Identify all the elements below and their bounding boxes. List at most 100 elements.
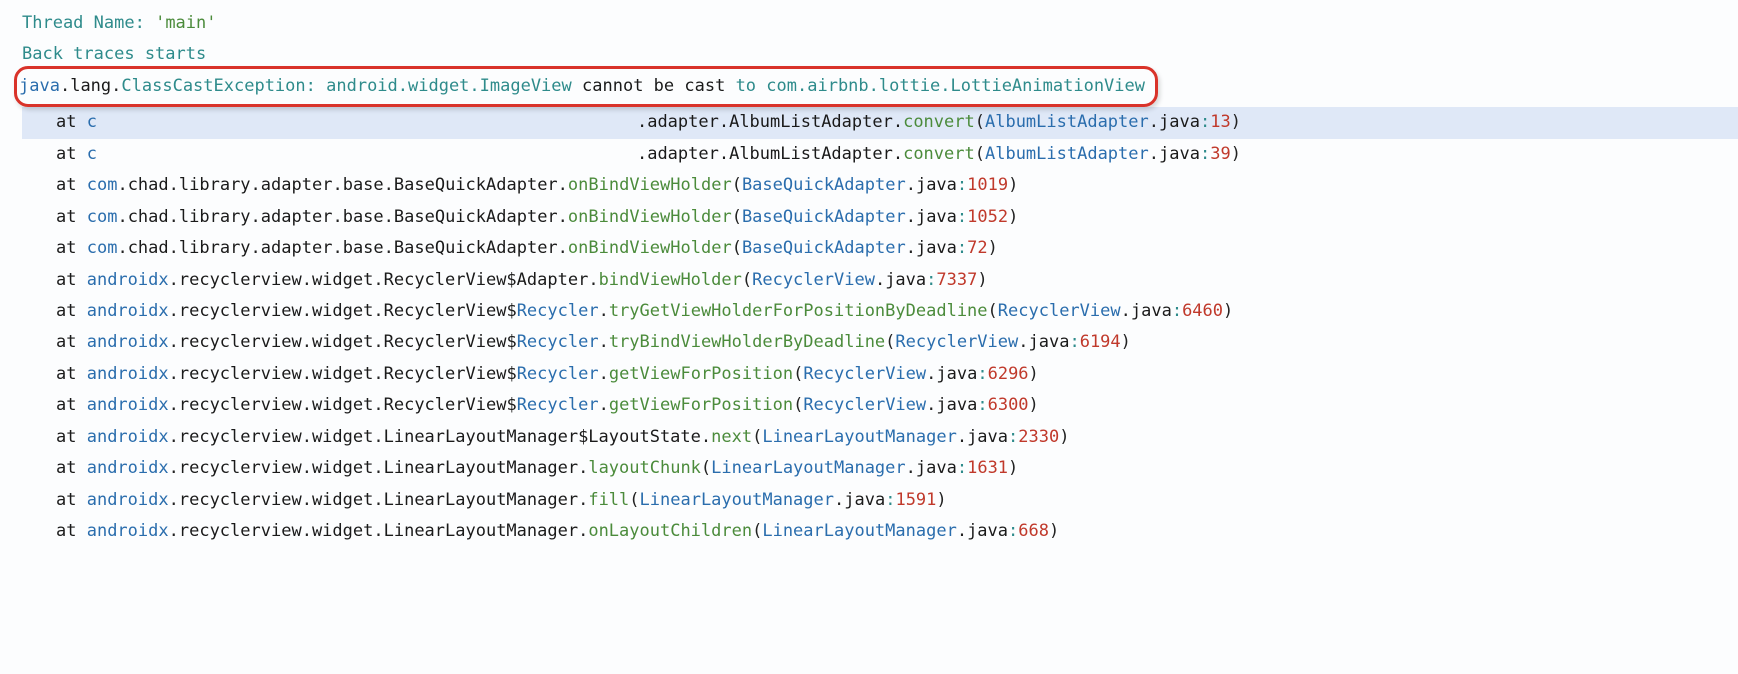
frame-file[interactable]: LinearLayoutManager (762, 521, 956, 541)
frame-token: RecyclerView (384, 332, 507, 352)
frame-token: Recycler (517, 364, 599, 384)
dot: . (906, 207, 916, 227)
frame-token: . (169, 301, 179, 321)
frame-token: . (302, 301, 312, 321)
frame-token: . (169, 238, 179, 258)
frame-token: . (169, 364, 179, 384)
frame-line-number[interactable]: 7337 (936, 270, 977, 290)
frame-file[interactable]: AlbumListAdapter (985, 112, 1149, 132)
frame-file[interactable]: LinearLayoutManager (711, 458, 905, 478)
frame-token: . (373, 364, 383, 384)
frame-token: onBindViewHolder (568, 175, 732, 195)
frame-line-number[interactable]: 6460 (1182, 301, 1223, 321)
dot: . (1121, 301, 1131, 321)
paren-close: ) (1008, 458, 1018, 478)
dot: . (926, 364, 936, 384)
frame-line-number[interactable]: 13 (1210, 112, 1230, 132)
colon: : (926, 270, 936, 290)
frame-file[interactable]: AlbumListAdapter (985, 144, 1149, 164)
frame-token: androidx (87, 395, 169, 415)
frame-ext: java (936, 364, 977, 384)
frame-line-number[interactable]: 6194 (1080, 332, 1121, 352)
frame-suffix: .adapter.AlbumListAdapter. (637, 112, 903, 132)
frame-token: LinearLayoutManager (384, 521, 578, 541)
frame-token: recyclerview (179, 364, 302, 384)
frame-file[interactable]: RecyclerView (895, 332, 1018, 352)
frame-line-number[interactable]: 1019 (967, 175, 1008, 195)
frame-token: tryGetViewHolderForPositionByDeadline (609, 301, 988, 321)
frame-token: . (599, 395, 609, 415)
frame-ext: java (1159, 144, 1200, 164)
frame-token: recyclerview (179, 270, 302, 290)
exception-tgt: com.airbnb.lottie.LottieAnimationView (766, 76, 1145, 96)
frame-token: androidx (87, 427, 169, 447)
frame-token: . (373, 332, 383, 352)
frame-ext: java (916, 207, 957, 227)
frame-token: androidx (87, 364, 169, 384)
frame-token: chad (128, 207, 169, 227)
stack-frame: at androidx.recyclerview.widget.Recycler… (22, 359, 1738, 390)
paren-close: ) (1029, 395, 1039, 415)
frame-line-number[interactable]: 2330 (1018, 427, 1059, 447)
paren-open: ( (793, 364, 803, 384)
frame-ext: java (916, 175, 957, 195)
at-keyword: at (56, 112, 87, 132)
frame-line-number[interactable]: 668 (1018, 521, 1049, 541)
frame-token: onLayoutChildren (588, 521, 752, 541)
frame-token: . (169, 458, 179, 478)
frame-line-number[interactable]: 39 (1210, 144, 1230, 164)
stack-frame: at androidx.recyclerview.widget.LinearLa… (22, 516, 1738, 547)
frame-file[interactable]: RecyclerView (998, 301, 1121, 321)
frame-token: . (373, 458, 383, 478)
paren-open: ( (885, 332, 895, 352)
frame-ext: java (844, 490, 885, 510)
frame-line-number[interactable]: 1591 (895, 490, 936, 510)
frame-token: . (578, 521, 588, 541)
frame-token: recyclerview (179, 395, 302, 415)
at-keyword: at (56, 301, 87, 321)
frame-token: widget (312, 490, 373, 510)
paren-open: ( (975, 112, 985, 132)
frame-file[interactable]: RecyclerView (803, 395, 926, 415)
paren-open: ( (629, 490, 639, 510)
frame-file[interactable]: LinearLayoutManager (762, 427, 956, 447)
frame-token: . (558, 238, 568, 258)
frame-file[interactable]: BaseQuickAdapter (742, 238, 906, 258)
frame-line-number[interactable]: 1052 (967, 207, 1008, 227)
frame-line-number[interactable]: 72 (967, 238, 987, 258)
frame-token: com (87, 207, 118, 227)
frame-token: base (343, 175, 384, 195)
frame-file[interactable]: BaseQuickAdapter (742, 175, 906, 195)
dot: . (875, 270, 885, 290)
frame-token: . (169, 490, 179, 510)
frame-file[interactable]: BaseQuickAdapter (742, 207, 906, 227)
frame-token: recyclerview (179, 458, 302, 478)
frame-token: . (169, 427, 179, 447)
frame-token: . (302, 521, 312, 541)
paren-close: ) (1121, 332, 1131, 352)
exception-pkg2: lang (70, 76, 111, 96)
frame-token: . (251, 175, 261, 195)
frame-file[interactable]: RecyclerView (752, 270, 875, 290)
frame-file[interactable]: LinearLayoutManager (640, 490, 834, 510)
frame-token: $ (506, 301, 516, 321)
frame-token: . (251, 238, 261, 258)
exception-line: java.lang.ClassCastException: android.wi… (22, 71, 1738, 107)
frame-token: . (302, 458, 312, 478)
at-keyword: at (56, 364, 87, 384)
colon: : (1008, 521, 1018, 541)
frame-line-number[interactable]: 6296 (988, 364, 1029, 384)
frame-token: . (384, 238, 394, 258)
frame-token: . (578, 458, 588, 478)
colon: : (1172, 301, 1182, 321)
colon: : (977, 395, 987, 415)
frame-token: getViewForPosition (609, 364, 793, 384)
at-keyword: at (56, 270, 87, 290)
frame-line-number[interactable]: 1631 (967, 458, 1008, 478)
frame-file[interactable]: RecyclerView (803, 364, 926, 384)
stack-frame: at androidx.recyclerview.widget.LinearLa… (22, 485, 1738, 516)
frame-suffix: .adapter.AlbumListAdapter. (637, 144, 903, 164)
frame-token: $ (506, 364, 516, 384)
colon: : (957, 238, 967, 258)
frame-line-number[interactable]: 6300 (988, 395, 1029, 415)
